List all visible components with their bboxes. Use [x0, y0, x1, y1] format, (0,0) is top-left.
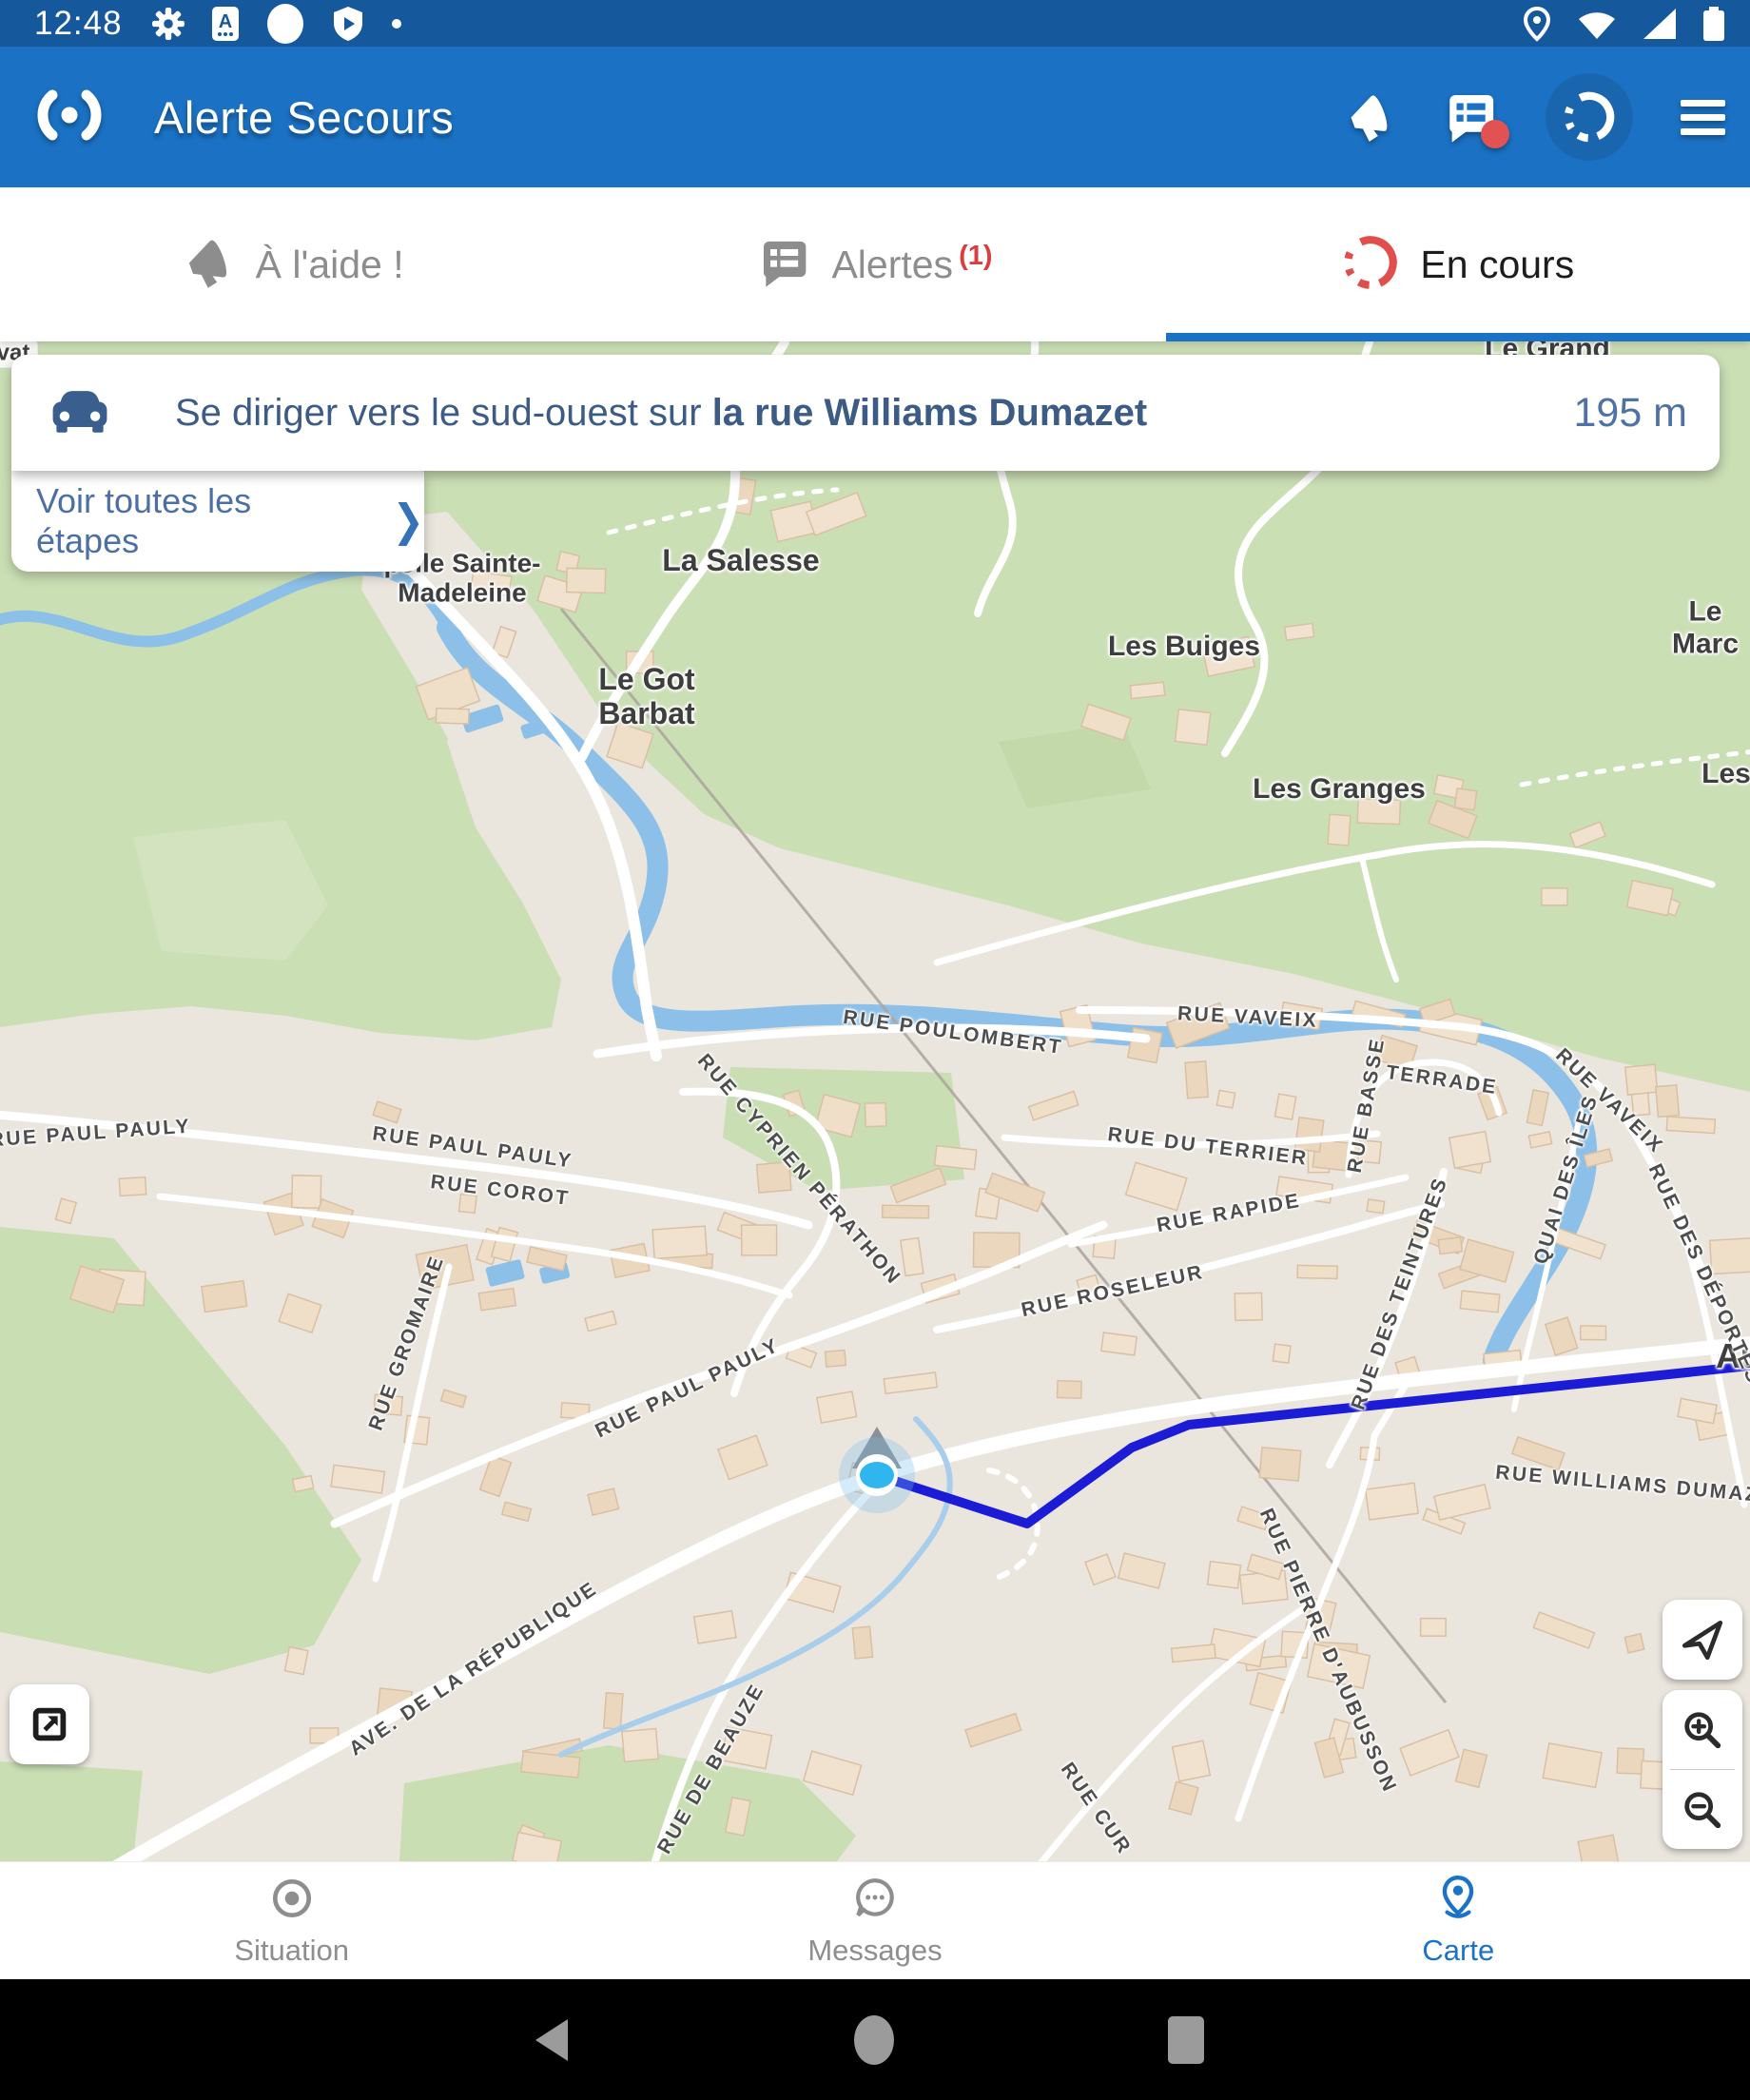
- map-place-label: La Salesse: [662, 544, 819, 578]
- map-place-label: Les Granges: [1253, 773, 1426, 806]
- nav-carte-label: Carte: [1422, 1934, 1494, 1968]
- nav-item-situation[interactable]: Situation: [0, 1862, 583, 1979]
- situation-icon: [268, 1875, 316, 1922]
- android-back-button[interactable]: [535, 2019, 568, 2061]
- zoom-out-icon: [1681, 1788, 1724, 1832]
- status-dot-icon: [391, 18, 402, 29]
- zoom-in-icon: [1681, 1708, 1724, 1752]
- car-icon: [46, 385, 114, 441]
- ongoing-alert-button[interactable]: [1546, 73, 1633, 161]
- app-logo-icon: [36, 87, 103, 148]
- app-bar: Alerte Secours: [0, 47, 1750, 187]
- android-home-button[interactable]: [854, 2015, 894, 2065]
- tab-ongoing[interactable]: En cours: [1167, 187, 1750, 341]
- signal-icon: [1642, 7, 1678, 41]
- tab-ongoing-label: En cours: [1420, 243, 1574, 287]
- gear-icon: [151, 7, 185, 41]
- navigation-instruction-card: Se diriger vers le sud-ouest sur la rue …: [11, 355, 1720, 471]
- map-place-label: Le Marc: [1672, 595, 1739, 659]
- app-title: Alerte Secours: [154, 91, 454, 144]
- battery-icon: [1702, 5, 1725, 43]
- recenter-button[interactable]: [1662, 1600, 1742, 1680]
- notification-dot-icon: [265, 4, 305, 44]
- map-canvas[interactable]: vatLe GrandLa Salessepelle Sainte- Madel…: [0, 341, 1750, 1861]
- zoom-controls: [1662, 1690, 1742, 1849]
- tab-bar: À l'aide ! Alertes(1) En cours: [0, 187, 1750, 341]
- alerts-icon: [757, 236, 810, 294]
- compass-arrow-icon: [1679, 1616, 1726, 1663]
- map-place-label: Le Got Barbat: [598, 663, 694, 731]
- instruction-text: Se diriger vers le sud-ouest sur la rue …: [175, 392, 1147, 435]
- status-bar: 12:48 A: [0, 0, 1750, 47]
- nav-item-carte[interactable]: Carte: [1167, 1862, 1750, 1979]
- tab-alerts-label: Alertes(1): [831, 243, 992, 287]
- messages-icon: [851, 1875, 899, 1922]
- megaphone-button[interactable]: [1342, 90, 1395, 144]
- svg-text:A: A: [218, 11, 231, 32]
- expand-map-button[interactable]: [10, 1684, 89, 1764]
- ongoing-progress-icon: [1342, 234, 1399, 296]
- tab-alerts[interactable]: Alertes(1): [583, 187, 1166, 341]
- all-steps-label: Voir toutes les étapes: [36, 481, 350, 561]
- keyboard-icon: A: [212, 7, 239, 41]
- bottom-nav: Situation Messages Carte: [0, 1861, 1750, 1979]
- chevron-right-icon: ❯: [392, 496, 424, 547]
- all-steps-button[interactable]: Voir toutes les étapes ❯: [11, 471, 424, 572]
- megaphone-icon: [180, 235, 235, 295]
- zoom-out-button[interactable]: [1662, 1770, 1742, 1849]
- clock: 12:48: [34, 5, 123, 43]
- active-tab-indicator: [1166, 333, 1750, 341]
- map-place-label: Les: [1701, 758, 1750, 790]
- nav-situation-label: Situation: [234, 1934, 349, 1968]
- wifi-icon: [1577, 7, 1617, 41]
- android-navigation-bar: [0, 1979, 1750, 2100]
- external-link-icon: [28, 1702, 71, 1746]
- location-icon: [1522, 6, 1552, 42]
- zoom-in-button[interactable]: [1662, 1690, 1742, 1769]
- map-place-label: Les Buiges: [1108, 631, 1260, 663]
- map-pin-icon: [1434, 1875, 1482, 1922]
- tab-help-label: À l'aide !: [256, 243, 404, 287]
- menu-button[interactable]: [1681, 100, 1725, 135]
- tab-alerts-badge: (1): [959, 241, 992, 272]
- android-recents-button[interactable]: [1168, 2016, 1204, 2064]
- nav-messages-label: Messages: [807, 1934, 942, 1968]
- unread-badge: [1481, 120, 1509, 148]
- tab-help[interactable]: À l'aide !: [0, 187, 583, 341]
- play-protect-icon: [332, 6, 364, 42]
- instruction-distance: 195 m: [1573, 390, 1687, 437]
- messages-button[interactable]: [1443, 89, 1498, 145]
- nav-item-messages[interactable]: Messages: [583, 1862, 1166, 1979]
